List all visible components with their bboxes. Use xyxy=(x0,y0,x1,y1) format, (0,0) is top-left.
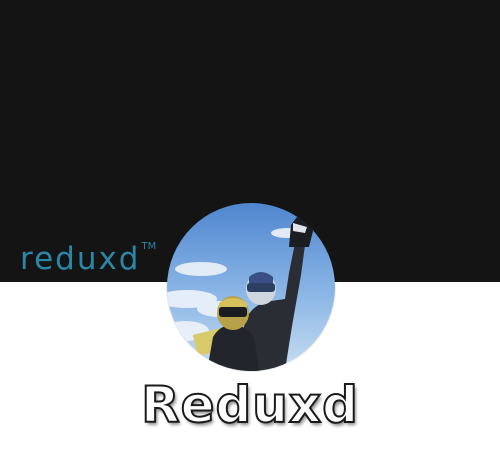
profile-page: reduxdTM Reduxd xyxy=(0,0,500,463)
banner-logo-trademark: TM xyxy=(141,241,157,252)
banner-logo-text: reduxd xyxy=(20,241,141,277)
banner-logo: reduxdTM xyxy=(20,241,157,277)
profile-avatar[interactable] xyxy=(167,203,335,371)
avatar-image xyxy=(167,203,335,371)
profile-display-name: Reduxd xyxy=(140,376,359,434)
